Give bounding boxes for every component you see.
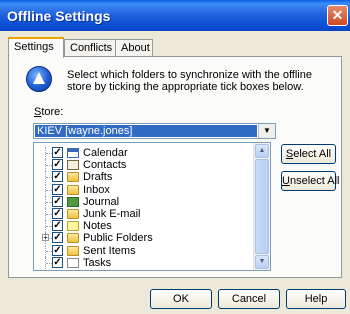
calendar-icon	[67, 148, 79, 158]
folder-icon	[67, 245, 79, 256]
folder-checkbox[interactable]: ✓	[52, 256, 63, 268]
journal-icon	[67, 196, 79, 207]
folder-row[interactable]: ✓ Sent Items	[34, 244, 254, 257]
tab-conflicts[interactable]: Conflicts	[64, 39, 116, 57]
store-selected-value: KIEV [wayne.jones]	[35, 125, 257, 137]
folder-label: Drafts	[83, 171, 113, 184]
folder-row[interactable]: ✓ Journal	[34, 195, 254, 208]
title-bar[interactable]: Offline Settings ✕	[0, 0, 350, 31]
sync-icon	[26, 66, 52, 92]
ok-button[interactable]: OK	[150, 289, 212, 309]
folder-icon	[67, 172, 79, 183]
folder-row[interactable]: ✓ Tasks	[34, 256, 254, 269]
instructions-text: Select which folders to synchronize with…	[67, 69, 312, 93]
scroll-up-icon[interactable]: ▲	[255, 144, 269, 158]
contacts-icon	[67, 160, 79, 171]
store-label: Store:	[34, 106, 64, 118]
folder-checkbox[interactable]: ✓	[52, 195, 63, 207]
folder-label: Public Folders	[83, 232, 153, 245]
select-all-label: elect All	[293, 148, 332, 160]
tasks-icon	[67, 257, 79, 268]
chevron-down-icon[interactable]: ▼	[258, 124, 275, 138]
folder-label: Contacts	[83, 159, 127, 172]
folder-label: Junk E-mail	[83, 208, 141, 220]
folder-label: Sent Items	[83, 244, 136, 257]
folder-checkbox[interactable]: ✓	[52, 232, 63, 244]
folder-label: Inbox	[83, 183, 110, 196]
folder-checkbox[interactable]: ✓	[52, 244, 63, 256]
select-all-button[interactable]: Select All	[281, 144, 336, 164]
folder-icon	[67, 209, 79, 219]
window-title: Offline Settings	[7, 8, 111, 24]
folder-label: Notes	[83, 220, 112, 233]
notes-icon	[67, 221, 79, 232]
folder-label: Calendar	[83, 147, 128, 159]
folder-checkbox[interactable]: ✓	[52, 147, 63, 158]
close-button[interactable]: ✕	[327, 5, 348, 26]
folder-row[interactable]: ✓ Contacts	[34, 159, 254, 172]
folder-icon	[67, 233, 79, 244]
tab-about[interactable]: About	[115, 39, 153, 57]
offline-settings-dialog: Offline Settings ✕ Settings Conflicts Ab…	[0, 0, 350, 314]
tab-settings[interactable]: Settings	[8, 37, 64, 58]
help-button[interactable]: Help	[286, 289, 346, 309]
folder-row[interactable]: ✓ Notes	[34, 220, 254, 233]
folder-checkbox[interactable]: ✓	[52, 208, 63, 219]
unselect-all-button[interactable]: Unselect All	[281, 171, 339, 191]
folder-label: Tasks	[83, 256, 112, 269]
tree-scrollbar[interactable]: ▲ ▼	[253, 143, 270, 270]
folder-row[interactable]: + ✓ Public Folders	[34, 232, 254, 245]
store-dropdown[interactable]: KIEV [wayne.jones] ▼	[33, 123, 276, 139]
expand-icon[interactable]: +	[42, 234, 49, 242]
scroll-thumb[interactable]	[255, 159, 269, 254]
folder-checkbox[interactable]: ✓	[52, 183, 63, 195]
folder-icon	[67, 184, 79, 195]
unselect-all-label: nselect All	[289, 175, 340, 187]
folder-row[interactable]: ✓ Drafts	[34, 171, 254, 184]
folder-row[interactable]: ✓ Calendar	[34, 147, 254, 159]
scroll-down-icon[interactable]: ▼	[255, 255, 269, 269]
folder-checkbox[interactable]: ✓	[52, 171, 63, 183]
folder-checkbox[interactable]: ✓	[52, 220, 63, 232]
folder-row[interactable]: ✓ Junk E-mail	[34, 208, 254, 220]
cancel-button[interactable]: Cancel	[218, 289, 280, 309]
folder-label: Journal	[83, 195, 120, 208]
folder-row[interactable]: ✓ Inbox	[34, 183, 254, 196]
folder-checkbox[interactable]: ✓	[52, 159, 63, 171]
folder-tree[interactable]: ✓ Calendar ✓ Contacts ✓ Drafts ✓ Inbox ✓ Journal ✓…	[33, 142, 271, 271]
